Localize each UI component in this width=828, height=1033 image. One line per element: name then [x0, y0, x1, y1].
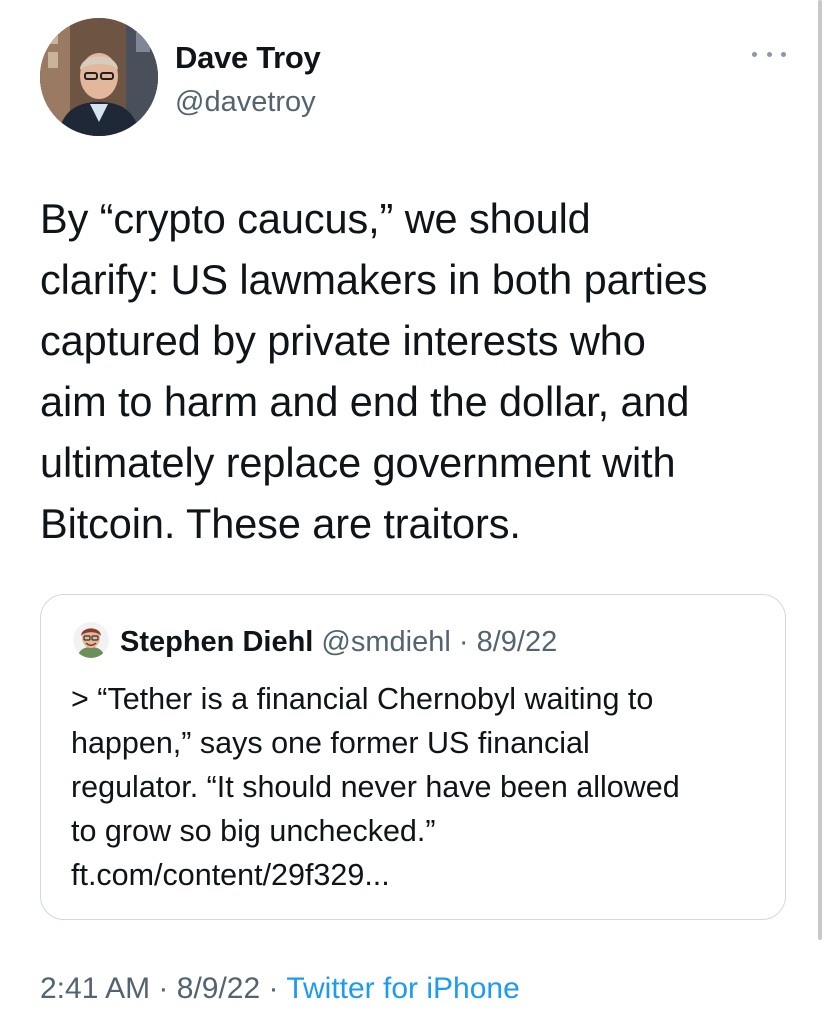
tweet-text: By “crypto caucus,” we should clarify: U… — [40, 195, 708, 547]
quoted-date: 8/9/22 — [476, 626, 558, 658]
scrollbar[interactable] — [818, 0, 822, 940]
more-icon[interactable] — [752, 44, 786, 64]
footer-separator: · — [158, 972, 169, 1005]
cartoon-avatar-icon — [73, 622, 109, 658]
footer-separator: · — [268, 972, 279, 1005]
more-dot — [781, 51, 786, 57]
quoted-tweet[interactable]: Stephen Diehl @smdiehl · 8/9/22 > “Tethe… — [40, 594, 786, 920]
tweet: Dave Troy @davetroy By “crypto caucus,” … — [0, 0, 828, 1033]
more-dot — [752, 51, 757, 57]
quoted-separator: · — [458, 626, 469, 658]
quoted-author-name: Stephen Diehl — [120, 626, 314, 658]
author-avatar[interactable] — [40, 18, 158, 136]
quoted-author-handle: @smdiehl — [321, 626, 451, 658]
author-photo — [40, 18, 158, 136]
tweet-time[interactable]: 2:41 AM — [40, 972, 150, 1005]
tweet-footer: 2:41 AM · 8/9/22 · Twitter for iPhone — [40, 972, 520, 1006]
author-name[interactable]: Dave Troy — [175, 40, 321, 76]
quoted-header: Stephen Diehl @smdiehl · 8/9/22 — [120, 625, 557, 659]
tweet-source-link[interactable]: Twitter for iPhone — [286, 972, 519, 1005]
tweet-date[interactable]: 8/9/22 — [177, 972, 260, 1005]
quoted-text: > “Tether is a financial Chernobyl waiti… — [71, 682, 680, 892]
quoted-author-avatar — [73, 622, 109, 658]
author-handle[interactable]: @davetroy — [175, 86, 316, 119]
more-dot — [766, 51, 772, 57]
